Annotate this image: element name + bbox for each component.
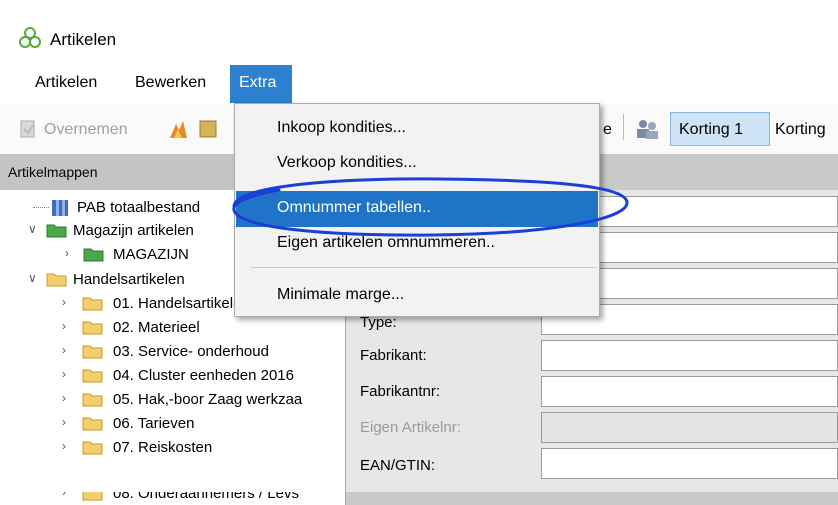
title-bar bbox=[0, 0, 838, 62]
ean-gtin-label: EAN/GTIN: bbox=[360, 457, 436, 474]
tree-node-05[interactable]: › 05. Hak,-boor Zaag werkzaa bbox=[0, 388, 345, 412]
collapsed-chevron-icon[interactable]: › bbox=[62, 415, 74, 429]
fabrikantnr-field[interactable] bbox=[541, 376, 838, 407]
expanded-chevron-icon[interactable]: ∨ bbox=[28, 271, 40, 285]
ean-gtin-field[interactable] bbox=[541, 448, 838, 479]
collapsed-chevron-icon[interactable]: › bbox=[62, 391, 74, 405]
users-icon[interactable] bbox=[634, 117, 660, 141]
tree-node-03[interactable]: › 03. Service- onderhoud bbox=[0, 340, 345, 364]
menu-bewerken[interactable]: Bewerken bbox=[135, 74, 206, 92]
tree-node-label: 08. Onderaannemers / Levs bbox=[113, 492, 299, 502]
collapsed-chevron-icon[interactable]: › bbox=[62, 319, 74, 333]
yellow-folder-icon bbox=[82, 295, 104, 311]
tree-node-label: 06. Tarieven bbox=[113, 415, 195, 432]
tree-node-02[interactable]: › 02. Materieel bbox=[0, 316, 345, 340]
tree-node-label: 05. Hak,-boor Zaag werkzaa bbox=[113, 391, 303, 408]
yellow-folder-icon bbox=[82, 492, 104, 501]
korting1-button[interactable]: Korting 1 bbox=[670, 112, 770, 146]
database-icon bbox=[50, 199, 72, 216]
fire-icon[interactable] bbox=[166, 118, 190, 140]
tree-node-06[interactable]: › 06. Tarieven bbox=[0, 412, 345, 436]
tree-node-label: 07. Reiskosten bbox=[113, 439, 213, 456]
eigen-artikelnr-label: Eigen Artikelnr: bbox=[360, 419, 461, 436]
tree-node-label: 04. Cluster eenheden 2016 bbox=[113, 367, 294, 384]
menu-item-label: Verkoop kondities... bbox=[277, 154, 417, 171]
collapsed-chevron-icon[interactable]: › bbox=[62, 295, 74, 309]
tree-node-label: MAGAZIJN bbox=[113, 246, 189, 263]
menu-item-inkoop-kondities[interactable]: Inkoop kondities... bbox=[236, 111, 598, 147]
fabrikantnr-label: Fabrikantnr: bbox=[360, 383, 441, 400]
overnemen-icon bbox=[18, 119, 38, 139]
yellow-folder-icon bbox=[82, 343, 104, 359]
yellow-folder-icon bbox=[82, 319, 104, 335]
eigen-artikelnr-field bbox=[541, 412, 838, 443]
collapsed-chevron-icon[interactable]: › bbox=[62, 492, 74, 499]
menu-item-label: Minimale marge... bbox=[277, 286, 405, 303]
tool-icon[interactable] bbox=[194, 118, 220, 140]
tree-node-04[interactable]: › 04. Cluster eenheden 2016 bbox=[0, 364, 345, 388]
menu-bar bbox=[0, 62, 838, 104]
toolbar-separator bbox=[623, 114, 624, 140]
tree-node-label: 01. Handelsartikelen bbox=[113, 295, 250, 312]
yellow-folder-icon bbox=[46, 271, 68, 287]
menu-separator bbox=[251, 267, 597, 268]
overnemen-button[interactable]: Overnemen bbox=[44, 121, 128, 139]
korting1-label: Korting 1 bbox=[679, 121, 744, 138]
tree-node-label: Handelsartikelen bbox=[73, 271, 185, 288]
menu-extra-label: Extra bbox=[239, 74, 277, 91]
tree-node-07[interactable]: › 07. Reiskosten bbox=[0, 436, 345, 460]
yellow-folder-icon bbox=[82, 367, 104, 383]
window-title: Artikelen bbox=[50, 30, 117, 49]
green-folder-icon bbox=[83, 246, 105, 262]
tree-node-label: PAB totaalbestand bbox=[77, 199, 201, 216]
menu-item-minimale-marge[interactable]: Minimale marge... bbox=[236, 278, 598, 314]
toolbar-partial-label[interactable]: e bbox=[603, 121, 612, 139]
expanded-chevron-icon[interactable]: ∨ bbox=[28, 222, 40, 236]
tree-node-label: 03. Service- onderhoud bbox=[113, 343, 269, 360]
menu-extra[interactable]: Extra bbox=[230, 65, 292, 103]
fabrikant-label: Fabrikant: bbox=[360, 347, 427, 364]
detail-section-header bbox=[346, 492, 838, 505]
collapsed-chevron-icon[interactable]: › bbox=[62, 343, 74, 357]
annotation-circle bbox=[224, 176, 634, 238]
yellow-folder-icon bbox=[82, 391, 104, 407]
collapsed-chevron-icon[interactable]: › bbox=[65, 246, 77, 260]
tree-node-08[interactable]: › 08. Onderaannemers / Levs bbox=[0, 492, 345, 505]
tree-node-label: Magazijn artikelen bbox=[73, 222, 194, 239]
collapsed-chevron-icon[interactable]: › bbox=[62, 367, 74, 381]
tree-node-label: 02. Materieel bbox=[113, 319, 200, 336]
collapsed-chevron-icon[interactable]: › bbox=[62, 439, 74, 453]
folders-header-title: Artikelmappen bbox=[8, 164, 98, 180]
green-folder-icon bbox=[46, 222, 68, 238]
korting2-button[interactable]: Korting bbox=[775, 121, 826, 139]
fabrikant-field[interactable] bbox=[541, 340, 838, 371]
app-icon bbox=[18, 27, 42, 49]
yellow-folder-icon bbox=[82, 439, 104, 455]
menu-artikelen[interactable]: Artikelen bbox=[35, 74, 97, 92]
yellow-folder-icon bbox=[82, 415, 104, 431]
menu-item-label: Inkoop kondities... bbox=[277, 119, 406, 136]
